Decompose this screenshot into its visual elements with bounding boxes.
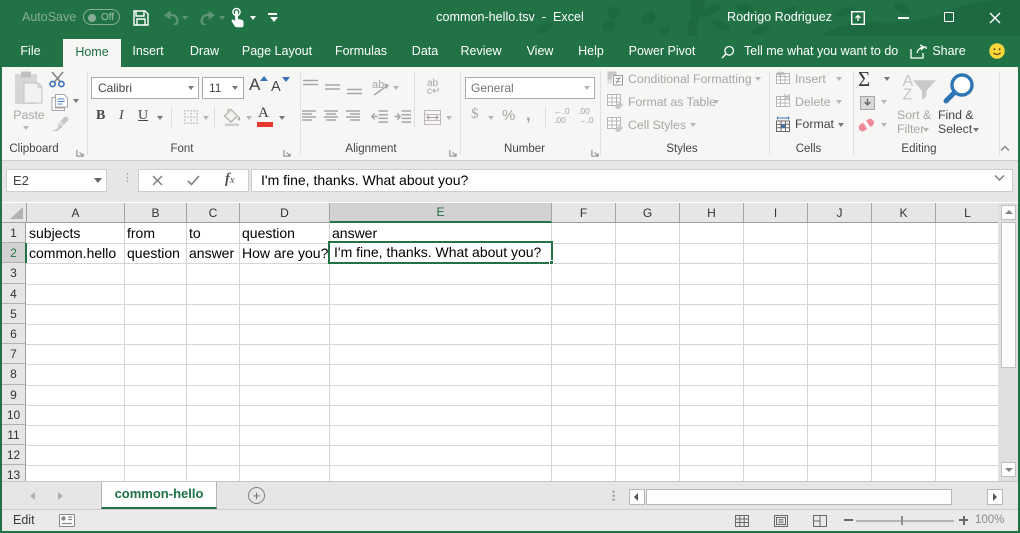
- svg-text:Z: Z: [903, 87, 913, 104]
